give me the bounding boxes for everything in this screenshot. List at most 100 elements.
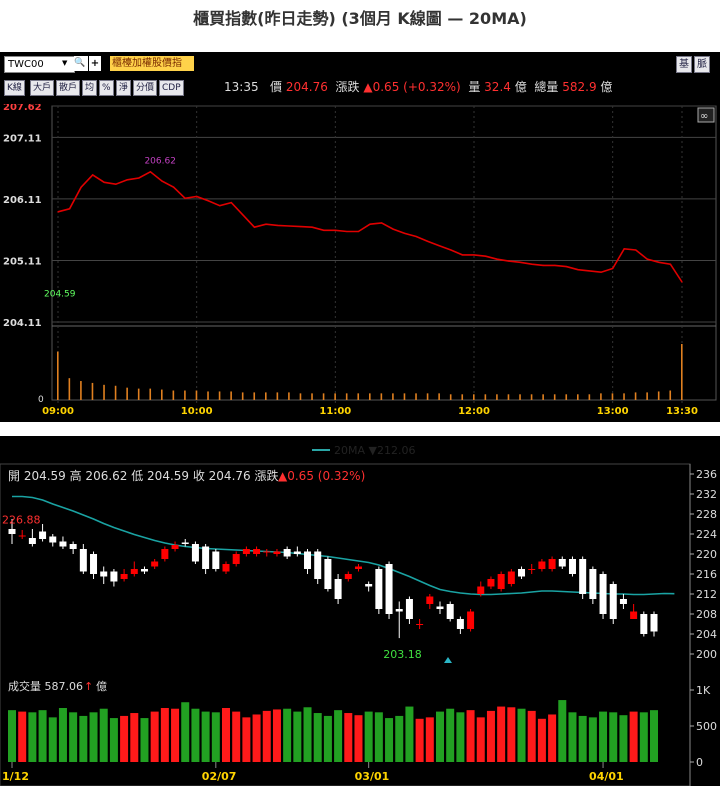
volume-bar	[578, 715, 587, 762]
volume-bar	[68, 378, 71, 400]
volume-bar	[537, 718, 546, 762]
volume-bar	[241, 392, 244, 400]
volume-bar	[357, 393, 360, 400]
chart-mode-button[interactable]: 淨	[116, 80, 132, 96]
volume-bar	[646, 392, 648, 400]
candle-body	[161, 549, 169, 559]
volume-bar	[161, 389, 163, 400]
chart-mode-button[interactable]: K線	[4, 80, 25, 96]
candle-body	[528, 569, 536, 570]
volume-bar	[345, 393, 348, 400]
chart-mode-button[interactable]: 均	[82, 80, 98, 96]
candle-body	[619, 599, 627, 604]
volume-bar	[184, 390, 186, 400]
volume-bar	[519, 394, 521, 400]
change-value: ▲0.65 (+0.32%)	[363, 80, 461, 94]
volume-bar	[313, 713, 322, 762]
x-tick-label: 03/01	[355, 770, 390, 783]
volume-bar	[265, 392, 267, 400]
price-point	[288, 225, 290, 227]
price-point	[542, 264, 544, 266]
price-point	[115, 183, 117, 185]
volume-bar	[497, 706, 506, 762]
legend-label: 20MA ▼212.06	[334, 444, 415, 457]
page-title: 櫃買指數(昨日走勢) (3個月 K線圖 — 20MA)	[193, 9, 527, 28]
x-tick-label: 10:00	[181, 406, 213, 417]
search-icon[interactable]: 🔍	[74, 56, 88, 71]
price-value: 204.76	[285, 80, 328, 94]
candle-body	[650, 614, 658, 632]
candle-body	[18, 535, 26, 537]
volume-bar	[181, 702, 190, 762]
volume-bar	[496, 394, 498, 400]
low-annotation: 203.18	[383, 648, 422, 661]
volume-bar	[619, 715, 628, 762]
volume-y-tick: 0	[38, 395, 44, 405]
chart-mode-button[interactable]: 大戶	[30, 80, 55, 96]
candle-body	[436, 606, 444, 609]
y-tick-label: 204.11	[3, 318, 42, 329]
volume-bar	[426, 393, 429, 400]
volume-bar	[517, 708, 526, 762]
candle-body	[487, 579, 495, 587]
volume-bar	[283, 708, 292, 762]
volume-bar	[466, 710, 475, 762]
price-point	[138, 177, 140, 179]
volume-bar	[334, 393, 336, 400]
volume-bar	[486, 710, 495, 762]
x-tick-label: 09:00	[42, 406, 74, 417]
candle-body	[39, 531, 47, 539]
candle-body	[263, 551, 271, 553]
volume-bar	[28, 712, 37, 762]
volume-bar	[405, 706, 414, 762]
add-icon[interactable]: +	[89, 56, 101, 71]
volume-unit: 億	[514, 80, 527, 94]
y-tick-label: 206.11	[3, 195, 42, 206]
volume-bar	[222, 708, 230, 762]
candle-body	[222, 564, 230, 572]
total-label: 總量	[534, 80, 559, 94]
volume-bar	[634, 392, 637, 400]
volume-bar	[364, 711, 373, 762]
candle-body	[110, 571, 118, 582]
volume-bar	[99, 708, 108, 762]
price-point	[484, 255, 487, 257]
price-point	[219, 205, 221, 207]
fundamental-button[interactable]: 基	[676, 56, 692, 73]
volume-bar	[599, 711, 608, 762]
volume-bar	[436, 711, 444, 762]
volume-bar	[140, 718, 149, 762]
price-point	[473, 254, 475, 256]
price-point	[658, 261, 660, 263]
price-point	[207, 200, 209, 202]
pulse-button[interactable]: 脈	[694, 56, 710, 73]
chart-mode-button[interactable]: 分價	[133, 80, 158, 96]
candle-body	[242, 549, 250, 554]
price-point	[311, 226, 313, 228]
y-tick-label: 205.11	[3, 256, 42, 267]
volume-bar	[374, 712, 383, 762]
price-point	[588, 270, 591, 272]
volume-bar	[600, 393, 602, 400]
volume-bar	[172, 390, 175, 400]
candle-body	[467, 611, 475, 629]
ohlc-summary: 開 204.59 高 206.62 低 204.59 收 204.76 漲跌	[8, 468, 278, 483]
total-unit: 億	[600, 80, 613, 94]
volume-bar	[160, 708, 169, 762]
chart-mode-button[interactable]: 散戶	[56, 80, 81, 96]
price-point	[404, 232, 406, 234]
volume-bar	[230, 391, 232, 400]
candle-body	[599, 574, 607, 614]
chart-mode-button[interactable]: %	[99, 80, 114, 96]
chart-mode-button[interactable]: CDP	[159, 80, 184, 96]
candle-body	[314, 551, 322, 579]
dropdown-icon[interactable]: ▼	[62, 56, 72, 71]
y-tick-label: 232	[696, 488, 717, 501]
price-point	[669, 263, 672, 265]
volume-bar	[323, 715, 332, 762]
volume-bar	[438, 393, 440, 400]
volume-bar	[344, 713, 353, 762]
volume-bar	[629, 711, 638, 762]
volume-bar	[150, 711, 159, 762]
volume-bar	[272, 709, 281, 762]
